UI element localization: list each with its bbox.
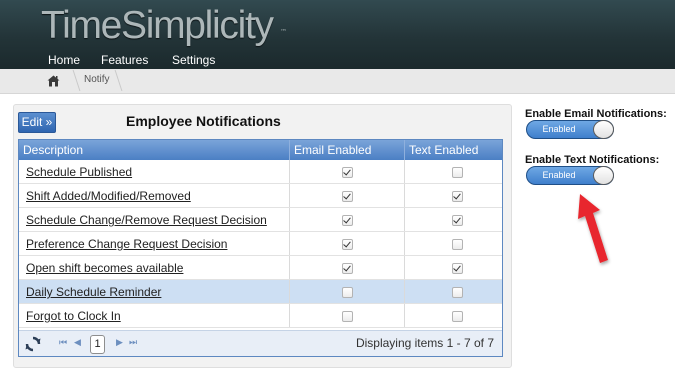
breadcrumb-current[interactable]: Notify [84, 74, 110, 85]
cell-text [405, 280, 502, 303]
email-enabled-checkbox[interactable] [342, 215, 353, 226]
email-enabled-checkbox[interactable] [342, 239, 353, 250]
notification-link[interactable]: Schedule Change/Remove Request Decision [26, 213, 267, 227]
toggle-knob [593, 166, 614, 185]
text-enabled-checkbox[interactable] [452, 239, 463, 250]
column-email-enabled[interactable]: Email Enabled [290, 140, 405, 160]
cell-description: Preference Change Request Decision [19, 232, 290, 255]
cell-text [405, 208, 502, 231]
column-description[interactable]: Description [19, 140, 290, 160]
employee-notifications-panel: Edit » Employee Notifications Descriptio… [13, 104, 512, 368]
cell-description: Forgot to Clock In [19, 304, 290, 327]
breadcrumb-home[interactable] [34, 69, 72, 93]
nav-home[interactable]: Home [48, 53, 80, 67]
cell-email [290, 160, 405, 183]
breadcrumb-separator [108, 70, 123, 91]
cell-email [290, 304, 405, 327]
cell-description: Shift Added/Modified/Removed [19, 184, 290, 207]
prev-page-icon[interactable]: ◀ [74, 338, 81, 348]
email-enabled-checkbox[interactable] [342, 191, 353, 202]
text-enabled-checkbox[interactable] [452, 215, 463, 226]
table-row[interactable]: Open shift becomes available [19, 256, 502, 280]
text-enabled-checkbox[interactable] [452, 311, 463, 322]
red-arrow-icon [578, 194, 608, 263]
text-enabled-checkbox[interactable] [452, 287, 463, 298]
nav-settings[interactable]: Settings [172, 53, 215, 67]
table-row[interactable]: Shift Added/Modified/Removed [19, 184, 502, 208]
notification-link[interactable]: Daily Schedule Reminder [26, 285, 161, 299]
text-notifications-toggle[interactable]: Enabled [526, 166, 614, 185]
email-notifications-toggle[interactable]: Enabled [526, 120, 614, 139]
current-page[interactable]: 1 [90, 335, 105, 354]
column-text-enabled[interactable]: Text Enabled [405, 140, 502, 160]
cell-text [405, 184, 502, 207]
table-row[interactable]: Schedule Published [19, 160, 502, 184]
text-notifications-label: Enable Text Notifications: [525, 154, 660, 166]
notifications-grid: Description Email Enabled Text Enabled S… [18, 139, 503, 357]
first-page-icon[interactable]: ⏮ [59, 338, 67, 348]
cell-text [405, 160, 502, 183]
toggle-knob [593, 120, 614, 139]
email-notifications-label: Enable Email Notifications: [525, 108, 667, 120]
cell-description: Schedule Published [19, 160, 290, 183]
text-toggle-state: Enabled [542, 170, 576, 180]
app-header: TimeSimplicity ™ Home Features Settings [0, 0, 675, 69]
home-icon [47, 75, 59, 87]
edit-button[interactable]: Edit » [18, 112, 56, 133]
email-toggle-state: Enabled [542, 124, 576, 134]
text-enabled-checkbox[interactable] [452, 263, 463, 274]
email-enabled-checkbox[interactable] [342, 311, 353, 322]
cell-description: Daily Schedule Reminder [19, 280, 290, 303]
email-enabled-checkbox[interactable] [342, 167, 353, 178]
last-page-icon[interactable]: ⏭ [129, 338, 137, 348]
app-logo[interactable]: TimeSimplicity [41, 4, 274, 48]
grid-pager: ⏮ ◀ 1 ▶ ⏭ Displaying items 1 - 7 of 7 [19, 330, 502, 356]
cell-email [290, 256, 405, 279]
cell-email [290, 232, 405, 255]
notification-link[interactable]: Preference Change Request Decision [26, 237, 227, 251]
next-page-icon[interactable]: ▶ [116, 338, 123, 348]
cell-text [405, 232, 502, 255]
table-row[interactable]: Forgot to Clock In [19, 304, 502, 328]
panel-title: Employee Notifications [126, 113, 281, 129]
table-row[interactable]: Schedule Change/Remove Request Decision [19, 208, 502, 232]
cell-email [290, 184, 405, 207]
text-enabled-checkbox[interactable] [452, 167, 463, 178]
pager-info: Displaying items 1 - 7 of 7 [355, 336, 494, 350]
notification-link[interactable]: Schedule Published [26, 165, 132, 179]
notification-link[interactable]: Open shift becomes available [26, 261, 183, 275]
email-enabled-checkbox[interactable] [342, 287, 353, 298]
notification-link[interactable]: Shift Added/Modified/Removed [26, 189, 191, 203]
cell-email [290, 280, 405, 303]
text-enabled-checkbox[interactable] [452, 191, 463, 202]
breadcrumb: Notify [0, 69, 675, 94]
table-row[interactable]: Daily Schedule Reminder [19, 280, 502, 304]
cell-description: Schedule Change/Remove Request Decision [19, 208, 290, 231]
cell-description: Open shift becomes available [19, 256, 290, 279]
nav-features[interactable]: Features [101, 53, 148, 67]
refresh-icon[interactable] [25, 336, 41, 352]
cell-email [290, 208, 405, 231]
trademark-mark: ™ [280, 28, 287, 36]
table-row[interactable]: Preference Change Request Decision [19, 232, 502, 256]
cell-text [405, 256, 502, 279]
notification-link[interactable]: Forgot to Clock In [26, 309, 121, 323]
email-enabled-checkbox[interactable] [342, 263, 353, 274]
grid-rows: Schedule Published Shift Added/Modified/R… [19, 160, 502, 328]
grid-header: Description Email Enabled Text Enabled [19, 140, 502, 160]
cell-text [405, 304, 502, 327]
